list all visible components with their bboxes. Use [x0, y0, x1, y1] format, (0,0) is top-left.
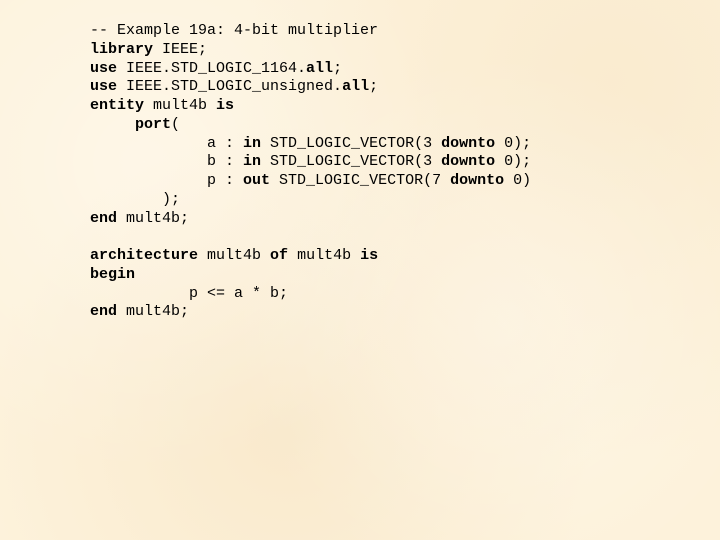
kw-end: end	[90, 303, 117, 320]
kw-is: is	[360, 247, 378, 264]
code-block: -- Example 19a: 4-bit multiplier library…	[0, 0, 720, 322]
comment-line: -- Example 19a: 4-bit multiplier	[90, 22, 378, 39]
kw-all: all	[342, 78, 369, 95]
kw-end: end	[90, 210, 117, 227]
kw-downto: downto	[441, 153, 495, 170]
kw-of: of	[270, 247, 288, 264]
kw-use: use	[90, 60, 117, 77]
kw-downto: downto	[450, 172, 504, 189]
kw-library: library	[90, 41, 153, 58]
kw-out: out	[243, 172, 270, 189]
kw-all: all	[306, 60, 333, 77]
kw-is: is	[216, 97, 234, 114]
kw-downto: downto	[441, 135, 495, 152]
kw-begin: begin	[90, 266, 135, 283]
kw-in: in	[243, 135, 261, 152]
kw-in: in	[243, 153, 261, 170]
kw-entity: entity	[90, 97, 144, 114]
kw-architecture: architecture	[90, 247, 198, 264]
kw-use: use	[90, 78, 117, 95]
kw-port: port	[135, 116, 171, 133]
